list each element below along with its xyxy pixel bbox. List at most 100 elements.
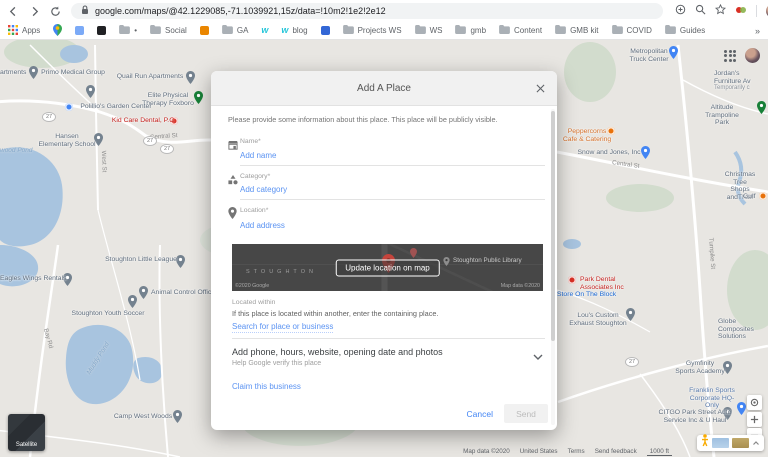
attribution-terms-link[interactable]: Terms: [568, 448, 585, 456]
folder-icon: [455, 25, 467, 36]
imagery-thumbnail[interactable]: [712, 438, 729, 448]
bookmarks-overflow-chevron[interactable]: »: [755, 26, 760, 36]
favicon: [97, 26, 107, 35]
map-poi-label[interactable]: Globe Composites Solutions: [718, 318, 768, 341]
bookmark-favicon[interactable]: [53, 23, 63, 38]
bookmark-favicon[interactable]: [320, 26, 330, 35]
bookmark-folder[interactable]: WS: [414, 25, 442, 36]
attribution-feedback-link[interactable]: Send feedback: [595, 448, 637, 456]
map-poi-label[interactable]: CITGO Park Street Auto Service Inc & U H…: [659, 409, 732, 424]
bookmark-apps[interactable]: Apps: [8, 24, 40, 37]
bookmark-folder[interactable]: •: [119, 25, 137, 36]
add-category-input[interactable]: Add category: [240, 185, 287, 194]
map-pin-icon[interactable]: [641, 146, 650, 159]
map-poi-label[interactable]: Animal Control Officer: [151, 289, 217, 297]
route-shield: 27: [143, 136, 157, 146]
map-pin-icon[interactable]: [186, 71, 195, 84]
extension-icon[interactable]: [735, 2, 747, 20]
google-apps-grid-icon[interactable]: [724, 49, 736, 62]
bookmark-favicon[interactable]: [75, 26, 85, 35]
maps-pin-icon: [53, 23, 63, 38]
map-pin-icon[interactable]: [86, 85, 95, 98]
map-poi-label[interactable]: Metropolitan Truck Center: [629, 48, 668, 63]
map-pin-icon[interactable]: [757, 101, 766, 114]
send-button[interactable]: Send: [504, 404, 548, 423]
more-details-title[interactable]: Add phone, hours, website, opening date …: [232, 347, 522, 357]
search-icon[interactable]: [695, 2, 706, 20]
map-poi-label[interactable]: Peppercorns Cafe & Catering: [563, 128, 611, 143]
map-pin-icon[interactable]: [139, 286, 148, 299]
bookmark-folder[interactable]: Content: [499, 25, 542, 36]
dialog-scrollbar[interactable]: [551, 109, 555, 425]
map-poi-label[interactable]: Hansen Elementary School: [38, 133, 95, 148]
bookmark-favicon[interactable]: w: [261, 26, 268, 35]
map-poi-label[interactable]: Stoughton Youth Soccer: [72, 310, 145, 318]
map-pin-icon[interactable]: [173, 410, 182, 423]
map-poi-label[interactable]: Quail Run Apartments: [117, 73, 184, 81]
imagery-thumbnail[interactable]: [732, 438, 749, 448]
map-poi-label[interactable]: Gulf: [743, 193, 755, 201]
map-pin-icon[interactable]: [29, 66, 38, 79]
map-poi-label[interactable]: Stoughton Little League: [105, 256, 177, 264]
bookmark-folder[interactable]: COVID: [611, 25, 652, 36]
map-poi-label[interactable]: Polillio's Garden Center: [80, 103, 151, 111]
map-pin-icon[interactable]: [194, 91, 203, 104]
back-icon[interactable]: [8, 6, 19, 17]
bookmark-star-icon[interactable]: [714, 2, 727, 20]
dialog-divider: [232, 338, 545, 339]
zoom-in-button[interactable]: [747, 412, 762, 427]
map-pin-icon[interactable]: [669, 46, 678, 59]
close-icon[interactable]: [534, 82, 546, 94]
dialog-title: Add A Place: [357, 82, 411, 94]
pegman-icon[interactable]: [701, 434, 709, 452]
map-poi-label[interactable]: Altitude Trampoline Park: [699, 104, 745, 127]
reload-icon[interactable]: [50, 5, 61, 17]
bookmark-label: Content: [514, 26, 543, 35]
bookmark-folder[interactable]: GA: [221, 25, 248, 36]
map-pin-icon[interactable]: [759, 192, 767, 200]
map-pin-icon[interactable]: [128, 295, 137, 308]
map-poi-label[interactable]: Camp West Woods: [114, 413, 172, 421]
update-location-button[interactable]: Update location on map: [335, 259, 440, 276]
cancel-button[interactable]: Cancel: [467, 409, 493, 419]
bookmark-favicon[interactable]: [97, 26, 107, 35]
map-poi-label[interactable]: Lou's Custom Exhaust Stoughton: [569, 312, 626, 327]
map-pin-icon[interactable]: [568, 276, 576, 284]
map-poi-label[interactable]: Store On The Block: [557, 291, 616, 299]
wave-icon: w: [281, 25, 289, 35]
map-pin-icon[interactable]: [65, 103, 73, 111]
add-address-input[interactable]: Add address: [240, 221, 285, 230]
map-poi-label[interactable]: Gymfinity Sports Academy: [675, 360, 725, 375]
bookmark-folder[interactable]: GMB kit: [555, 25, 599, 36]
forward-icon[interactable]: [29, 6, 40, 17]
account-avatar[interactable]: [745, 48, 760, 63]
bookmark-folder[interactable]: Projects WS: [342, 25, 402, 36]
bookmark-folder[interactable]: Social: [150, 25, 187, 36]
add-name-input[interactable]: Add name: [240, 151, 276, 160]
chevron-down-icon[interactable]: [533, 348, 543, 366]
map-poi-label[interactable]: artments: [0, 69, 26, 77]
bookmark-favicon[interactable]: w blog: [281, 25, 307, 36]
url-text[interactable]: google.com/maps/@42.1229085,-71.1039921,…: [95, 6, 386, 16]
send-to-device-icon[interactable]: [675, 2, 686, 20]
search-place-input[interactable]: Search for place or business: [232, 322, 334, 333]
map-poi-label[interactable]: Kid Care Dental, P.C: [112, 117, 174, 125]
my-location-button[interactable]: [747, 395, 762, 410]
bookmark-folder[interactable]: gmb: [455, 25, 486, 36]
map-poi-label[interactable]: Snow and Jones, Inc: [577, 149, 640, 157]
map-pin-icon[interactable]: [176, 255, 185, 268]
map-pin-icon[interactable]: [626, 308, 635, 321]
satellite-toggle[interactable]: Satellite: [8, 414, 45, 451]
collapse-chevron-icon[interactable]: [752, 434, 760, 452]
map-poi-label[interactable]: Primo Medical Group: [41, 69, 105, 77]
map-poi-label[interactable]: Park Dental Associates Inc: [580, 276, 624, 291]
map-poi-label[interactable]: Eagles Wings Rentals: [0, 275, 67, 283]
bookmark-folder[interactable]: Guides: [664, 25, 705, 36]
bookmark-favicon[interactable]: [199, 26, 209, 35]
map-poi-label[interactable]: Jordan's Furniture Av Temporarily c: [714, 70, 768, 93]
bookmark-label: •: [134, 26, 138, 35]
claim-business-link[interactable]: Claim this business: [232, 382, 301, 391]
location-minimap[interactable]: STOUGHTON Stoughton Public Library Updat…: [232, 244, 543, 291]
url-bar[interactable]: google.com/maps/@42.1229085,-71.1039921,…: [71, 3, 663, 19]
location-label: Location*: [240, 207, 269, 214]
